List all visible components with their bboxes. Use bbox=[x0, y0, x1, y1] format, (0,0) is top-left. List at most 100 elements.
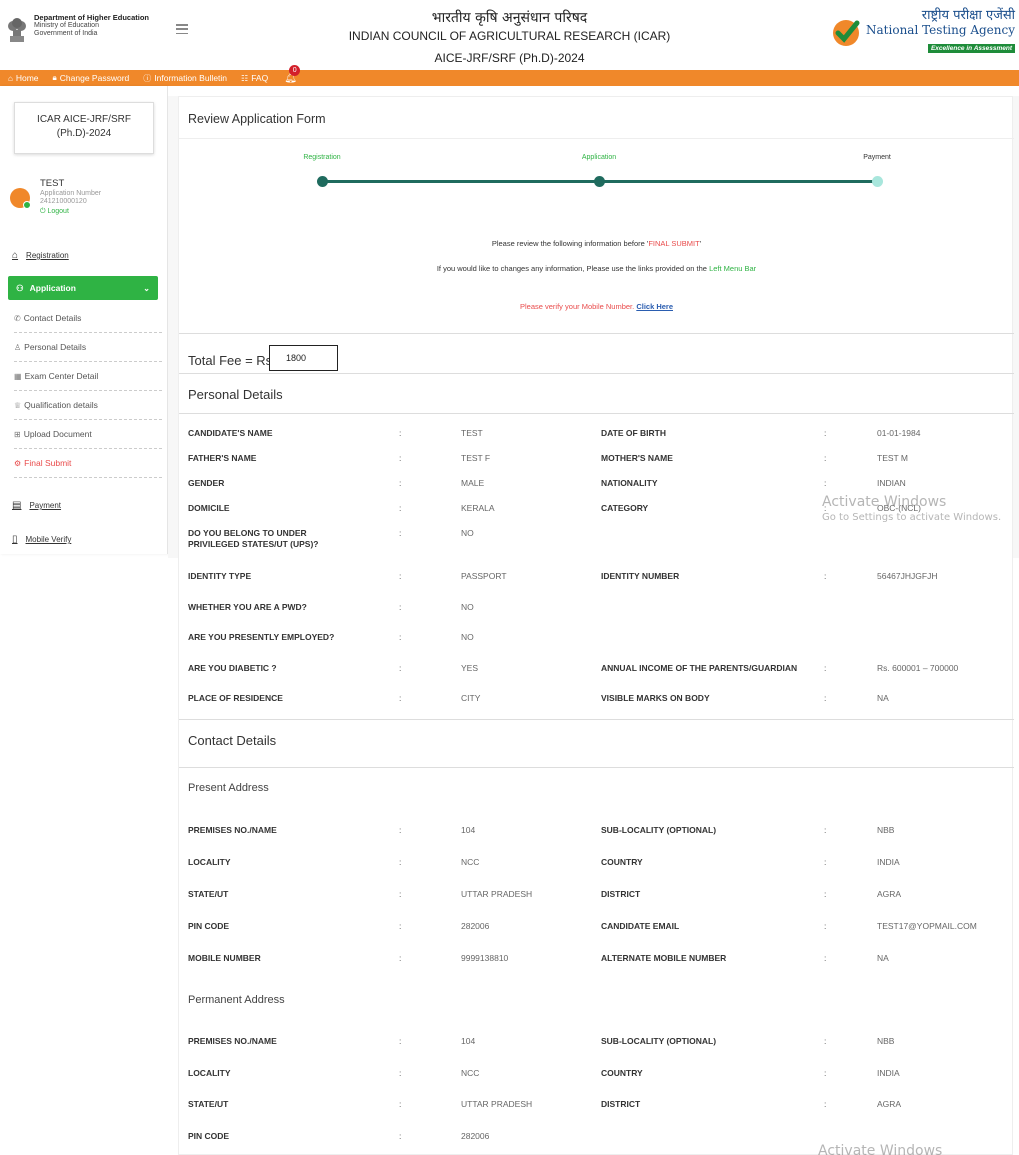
nav-home[interactable]: ⌂ Home bbox=[8, 73, 39, 83]
avatar bbox=[10, 188, 31, 209]
field-value: NBB bbox=[877, 825, 895, 835]
step-application-dot bbox=[594, 176, 605, 187]
top-nav: ⌂ Home 🔒︎ Change Password ⓘ Information Bul… bbox=[0, 64, 1019, 86]
gear-icon: ⚙ bbox=[14, 458, 22, 468]
colon: : bbox=[399, 1067, 402, 1078]
user-name: TEST bbox=[40, 178, 65, 189]
progress-stepper: Registration Application Payment bbox=[179, 149, 1014, 189]
colon: : bbox=[399, 1036, 402, 1046]
field-value: CITY bbox=[461, 693, 481, 703]
field-value: NCC bbox=[461, 1067, 480, 1078]
sidebar-item-mobile-verify[interactable]: ▯ Mobile Verify bbox=[12, 534, 71, 545]
graduation-icon: ♕ bbox=[14, 400, 22, 410]
field-value: TEST M bbox=[877, 453, 909, 463]
colon: : bbox=[399, 662, 402, 673]
sidebar-item-registration[interactable]: ⌂ Registration bbox=[12, 250, 69, 261]
total-fee-value: 1800 bbox=[269, 345, 338, 371]
page-title: Review Application Form bbox=[188, 112, 326, 126]
field-label: FATHER'S NAME bbox=[188, 453, 257, 463]
colon: : bbox=[399, 453, 402, 463]
nav-information-bulletin[interactable]: ⓘ Information Bulletin bbox=[143, 73, 227, 84]
field-value: NA bbox=[877, 693, 889, 703]
lock-icon: 🔒︎ bbox=[52, 73, 57, 82]
payment-icon: ▤ bbox=[12, 500, 22, 511]
step-payment-label: Payment bbox=[863, 154, 891, 161]
field-value: NO bbox=[461, 528, 474, 538]
change-notice: If you would like to changes any informa… bbox=[436, 264, 757, 273]
field-value: PASSPORT bbox=[461, 571, 507, 581]
field-label: DISTRICT bbox=[601, 889, 641, 899]
colon: : bbox=[824, 693, 827, 703]
sidebar-item-application[interactable]: ⚇ Application ⌄ bbox=[8, 276, 158, 300]
field-value: INDIAN bbox=[877, 478, 906, 488]
sidebar-item-contact-details[interactable]: ✆ Contact Details bbox=[14, 304, 162, 333]
sidebar-item-qualification-details[interactable]: ♕ Qualification details bbox=[14, 391, 162, 420]
notification-bell-icon[interactable]: 🔔︎ 0 bbox=[284, 64, 301, 84]
home-icon: ⌂ bbox=[12, 250, 19, 261]
colon: : bbox=[399, 601, 402, 612]
colon: : bbox=[824, 453, 827, 463]
field-label: STATE/UT bbox=[188, 1099, 229, 1109]
field-label: GENDER bbox=[188, 478, 225, 488]
field-label: MOBILE NUMBER bbox=[188, 953, 261, 963]
colon: : bbox=[824, 1036, 827, 1046]
field-value: 104 bbox=[461, 825, 476, 835]
sidebar-item-payment[interactable]: ▤ Payment bbox=[12, 500, 61, 511]
nta-english-name: National Testing Agency bbox=[866, 23, 1015, 37]
notification-badge: 0 bbox=[289, 64, 301, 76]
nav-change-password[interactable]: 🔒︎ Change Password bbox=[53, 73, 130, 83]
field-label: COUNTRY bbox=[601, 1067, 643, 1078]
field-label: PIN CODE bbox=[188, 921, 230, 931]
colon: : bbox=[399, 953, 402, 963]
user-panel: TEST Application Number 241210000120 ⏻ L… bbox=[10, 178, 101, 216]
field-value: NO bbox=[461, 601, 474, 612]
sidebar-item-personal-details[interactable]: ♙ Personal Details bbox=[14, 333, 162, 362]
field-value: INDIA bbox=[877, 1067, 900, 1078]
mobile-icon: ▯ bbox=[12, 534, 18, 545]
sidebar-item-exam-center-detail[interactable]: ▦ Exam Center Detail bbox=[14, 362, 162, 391]
field-value: TEST bbox=[461, 428, 483, 438]
field-label: IDENTITY NUMBER bbox=[601, 571, 680, 581]
nta-hindi-name: राष्ट्रीय परीक्षा एजेंसी bbox=[921, 8, 1015, 23]
field-value: NCC bbox=[461, 857, 480, 867]
colon: : bbox=[399, 528, 402, 538]
permanent-address-title: Permanent Address bbox=[188, 994, 285, 1006]
building-icon: ▦ bbox=[14, 371, 22, 381]
user-plus-icon: ⚇ bbox=[16, 282, 24, 293]
field-label: PREMISES NO./NAME bbox=[188, 825, 277, 835]
colon: : bbox=[399, 503, 402, 513]
colon: : bbox=[824, 857, 827, 867]
step-application-label: Application bbox=[581, 154, 617, 161]
field-label: DO YOU BELONG TO UNDER PRIVILEGED STATES… bbox=[188, 528, 319, 549]
nta-tagline: Excellence in Assessment bbox=[927, 44, 1015, 53]
sidebar-item-final-submit[interactable]: ⚙ Final Submit bbox=[14, 449, 162, 478]
field-value: YES bbox=[461, 662, 479, 673]
field-label: STATE/UT bbox=[188, 889, 229, 899]
field-label: PIN CODE bbox=[188, 1130, 230, 1141]
field-value: AGRA bbox=[877, 1099, 902, 1109]
step-payment-dot bbox=[872, 176, 883, 187]
field-value: NA bbox=[877, 953, 889, 963]
info-icon: ⓘ bbox=[143, 73, 152, 83]
sidebar-item-upload-document[interactable]: ⊞ Upload Document bbox=[14, 420, 162, 449]
field-value: UTTAR PRADESH bbox=[461, 1099, 533, 1109]
nav-faq[interactable]: ☷ FAQ bbox=[241, 73, 268, 83]
field-label: ANNUAL INCOME OF THE PARENTS/GUARDIAN bbox=[601, 662, 798, 673]
field-value: TEST17@YOPMAIL.COM bbox=[877, 921, 977, 931]
field-label: LOCALITY bbox=[188, 857, 231, 867]
field-value: NO bbox=[461, 632, 474, 642]
colon: : bbox=[824, 889, 827, 899]
field-label: ARE YOU DIABETIC ? bbox=[188, 662, 277, 673]
field-value: NBB bbox=[877, 1036, 895, 1046]
click-here-link[interactable]: Click Here bbox=[636, 302, 673, 311]
step-registration-label: Registration bbox=[303, 154, 341, 161]
personal-details-title: Personal Details bbox=[188, 387, 283, 402]
chevron-down-icon: ⌄ bbox=[143, 283, 150, 293]
nta-logo: राष्ट्रीय परीक्षा एजेंसी National Testin… bbox=[830, 8, 1015, 55]
colon: : bbox=[399, 825, 402, 835]
phone-icon: ✆ bbox=[14, 313, 21, 323]
colon: : bbox=[824, 1067, 827, 1078]
logout-link[interactable]: ⏻ Logout bbox=[40, 208, 101, 216]
field-value: 104 bbox=[461, 1036, 476, 1046]
nta-check-icon bbox=[833, 19, 860, 46]
